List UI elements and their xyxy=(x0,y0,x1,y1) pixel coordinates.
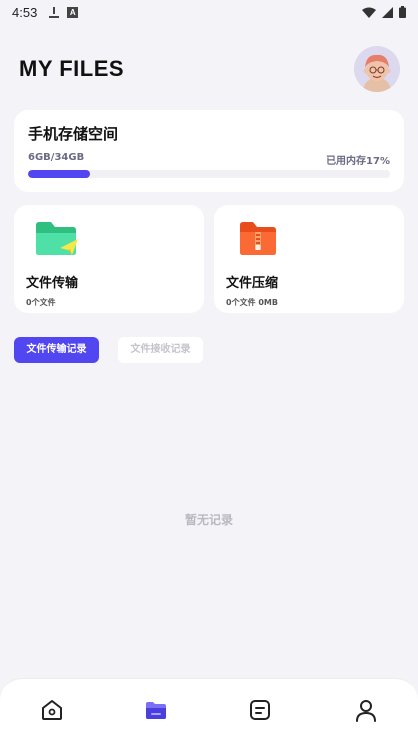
download-icon xyxy=(49,6,60,18)
empty-state-text: 暂无记录 xyxy=(184,513,233,527)
home-icon[interactable] xyxy=(39,697,65,723)
file-transfer-title: 文件传输 xyxy=(26,276,79,291)
folder-icon[interactable] xyxy=(143,697,169,723)
document-icon[interactable] xyxy=(247,697,273,723)
status-bar: 4:53 A xyxy=(0,0,418,24)
tab-receive-records[interactable]: 文件接收记录 xyxy=(118,337,203,363)
green-folder-send-icon xyxy=(36,222,78,255)
storage-progress-bar xyxy=(28,170,390,178)
file-compress-card[interactable]: 文件压缩 0个文件 0MB xyxy=(214,205,404,313)
wifi-icon xyxy=(362,7,376,18)
profile-icon[interactable] xyxy=(353,697,379,723)
storage-title: 手机存储空间 xyxy=(28,125,119,143)
tab-transfer-records[interactable]: 文件传输记录 xyxy=(14,337,99,363)
file-compress-title: 文件压缩 xyxy=(226,276,279,291)
bottom-nav xyxy=(0,678,418,744)
orange-zip-folder-icon xyxy=(240,222,276,255)
file-compress-count: 0个文件 0MB xyxy=(226,298,278,307)
avatar-face-icon xyxy=(354,46,400,92)
storage-card[interactable]: 手机存储空间 6GB/34GB 已用内存17% xyxy=(14,110,404,192)
storage-percent-label: 已用内存17% xyxy=(326,156,390,167)
storage-progress-fill xyxy=(28,170,90,178)
a-notification-icon: A xyxy=(67,6,79,18)
storage-used-label: 6GB/34GB xyxy=(28,152,85,163)
page-title: MY FILES xyxy=(19,56,125,81)
status-time: 4:53 xyxy=(12,4,38,20)
signal-icon xyxy=(382,6,393,18)
file-transfer-count: 0个文件 xyxy=(26,298,56,307)
file-transfer-card[interactable]: 文件传输 0个文件 xyxy=(14,205,204,313)
battery-icon xyxy=(399,6,406,18)
avatar[interactable] xyxy=(354,46,400,92)
